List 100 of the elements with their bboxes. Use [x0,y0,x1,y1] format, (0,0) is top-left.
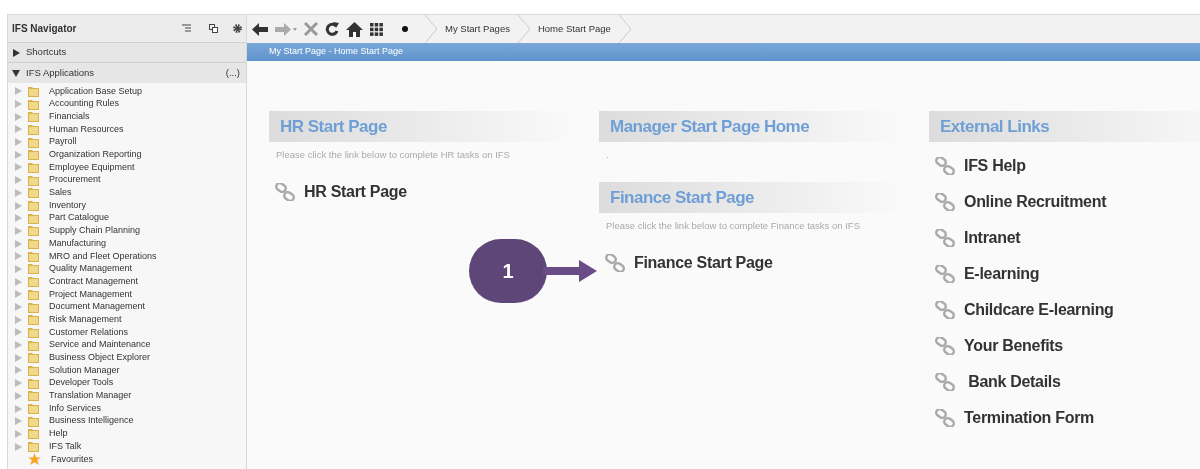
folder-icon [28,200,39,212]
tree-item[interactable]: Procurement [49,173,101,187]
page-title: My Start Page - Home Start Page [269,45,404,59]
windows-icon[interactable] [209,24,218,33]
chain-link-icon [935,373,955,391]
tree-item[interactable]: Manufacturing [49,236,107,251]
start-page-link[interactable]: IFS Help [964,154,1026,178]
folder-icon [28,288,39,300]
tree-item[interactable]: Help [49,427,68,441]
tree-item[interactable]: Sales [49,186,72,200]
chain-link-icon [605,254,625,272]
tree-item[interactable]: Favourites [51,452,94,467]
folder-icon [28,339,39,351]
tree-item[interactable]: Contract Management [49,274,139,289]
section-description: . [605,148,610,160]
tree-item[interactable]: MRO and Fleet Operations [49,249,157,264]
folder-icon [28,326,39,338]
list-icon[interactable] [182,24,191,33]
folder-icon [28,314,39,326]
folder-icon [28,352,39,364]
tree-item[interactable]: Part Catalogue [49,211,110,225]
folder-icon [28,149,39,161]
tree-item[interactable]: Human Resources [49,122,124,137]
folder-icon [28,263,39,275]
folder-icon [28,123,39,135]
chain-link-icon [935,337,955,355]
folder-icon [28,238,39,250]
start-page-link[interactable]: Online Recruitment [964,190,1107,214]
tree-item[interactable]: Document Management [49,300,146,314]
tree-item[interactable]: Inventory [49,198,87,213]
tree-item[interactable]: Application Base Setup [49,84,143,99]
folder-icon [28,276,39,288]
chain-link-icon [935,301,955,319]
folder-icon [28,390,39,402]
tree-item[interactable]: IFS Talk [49,439,82,454]
dot-icon[interactable] [402,26,408,32]
home-icon[interactable] [346,21,363,37]
section-description: Please click the link below to complete Finance tasks on IFS [605,219,861,231]
tree-item[interactable]: Employee Equipment [49,160,135,175]
tree-item[interactable]: Info Services [49,401,102,416]
folder-icon [28,415,39,427]
section-description: Please click the link below to complete HR tasks on IFS [275,148,511,160]
tree-item[interactable]: Business Object Explorer [49,351,151,365]
tree-item[interactable]: Quality Management [49,262,133,276]
back-arrow-icon[interactable] [252,22,268,36]
start-page-link[interactable]: HR Start Page [304,180,407,204]
star-icon [28,453,41,466]
forward-arrow-icon[interactable] [275,22,291,36]
tree-item[interactable]: Project Management [49,287,133,302]
folder-icon [28,136,39,148]
breadcrumb-link[interactable]: My Start Pages [437,21,518,37]
tree-item[interactable]: Supply Chain Planning [49,224,141,238]
start-page-link[interactable]: E-learning [964,262,1040,286]
folder-icon [28,428,39,440]
close-icon[interactable] [304,22,318,36]
section-heading: External Links [929,111,1200,142]
folder-icon [28,301,39,313]
more-link[interactable]: (...) [225,65,240,81]
tree-item[interactable]: Service and Maintenance [49,338,151,352]
chain-link-icon [935,265,955,283]
folder-icon [28,212,39,224]
chain-link-icon [935,157,955,175]
dropdown-caret-icon[interactable] [293,27,297,31]
folder-icon [28,98,39,110]
tree-item[interactable]: Business Intelligence [49,414,134,428]
start-page-link[interactable]: Termination Form [964,406,1095,430]
tree-item[interactable]: Risk Management [49,312,122,327]
tree-item[interactable]: Customer Relations [49,325,129,340]
expanded-caret-icon[interactable] [12,69,20,77]
arrow-icon [543,260,597,282]
folder-icon [28,225,39,237]
collapsed-caret-icon[interactable] [12,48,20,57]
breadcrumb-link[interactable]: Home Start Page [529,21,619,37]
section-header[interactable]: Shortcuts [26,45,67,60]
tree-item[interactable]: Organization Reporting [49,148,142,162]
folder-icon [28,403,39,415]
folder-icon [28,161,39,173]
tree-item[interactable]: Translation Manager [49,389,132,403]
folder-icon [28,441,39,453]
folder-icon [28,111,39,123]
start-page-link[interactable]: Your Benefits [964,334,1063,358]
folder-icon [28,364,39,376]
tree-item[interactable]: Developer Tools [49,376,114,390]
folder-icon [28,85,39,97]
panel-title: IFS Navigator [12,22,78,36]
folder-icon [28,174,39,186]
tree-item[interactable]: Financials [49,109,90,124]
folder-icon [28,187,39,199]
start-page-link[interactable]: Childcare E-learning [964,298,1114,322]
start-page-link[interactable]: Finance Start Page [634,251,773,275]
refresh-icon[interactable] [325,22,339,36]
tree-item[interactable]: Payroll [49,135,77,149]
grid-icon[interactable] [370,22,383,36]
settings-icon[interactable] [233,24,242,33]
start-page-link[interactable]: Intranet [964,226,1021,250]
section-header[interactable]: IFS Applications [26,65,220,81]
chain-link-icon [935,409,955,427]
tree-item[interactable]: Accounting Rules [49,97,120,111]
tree-item[interactable]: Solution Manager [49,363,120,378]
start-page-link[interactable]: Bank Details [964,370,1061,394]
